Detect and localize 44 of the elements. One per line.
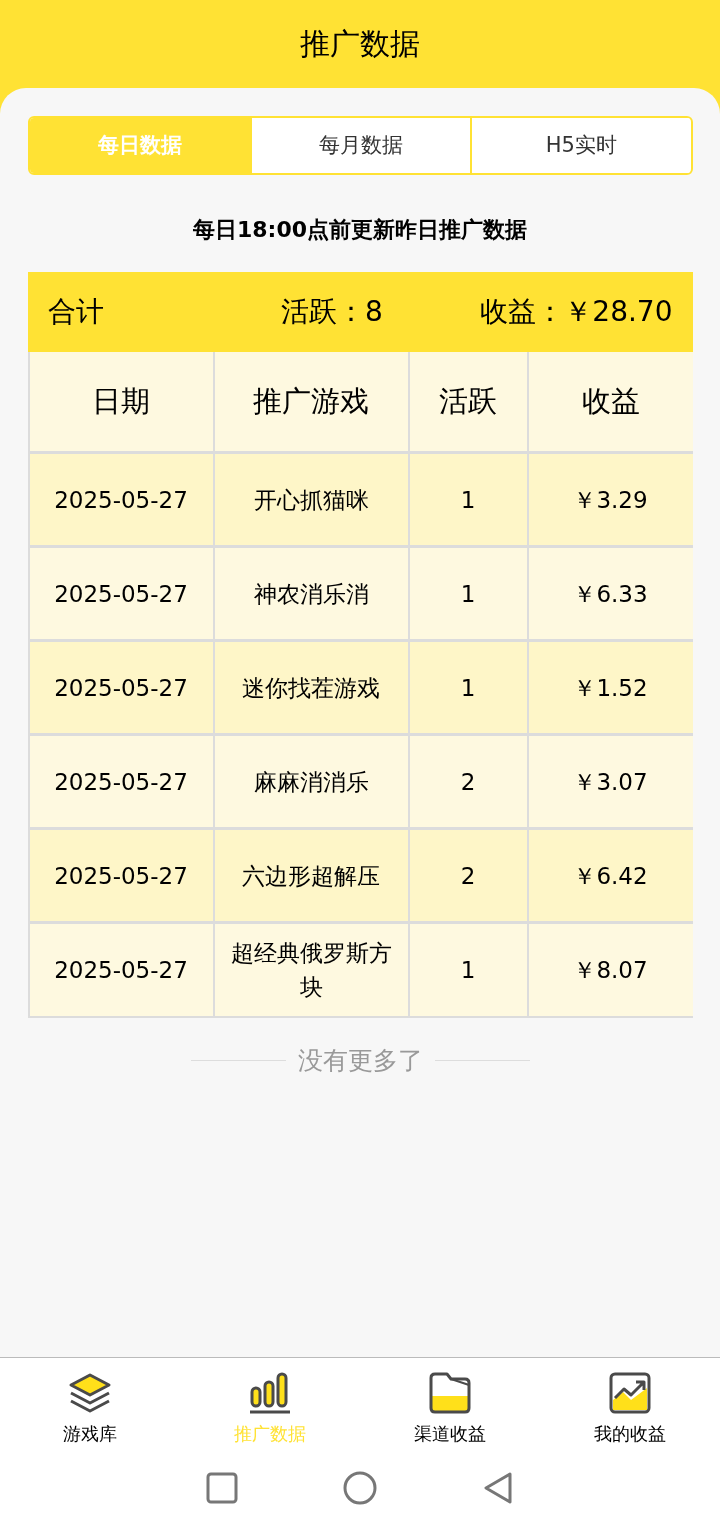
- column-header: 收益: [528, 352, 693, 451]
- summary-active: 活跃：8: [281, 294, 383, 330]
- table-cell: 2: [409, 736, 527, 827]
- table-cell: 2025-05-27: [29, 924, 213, 1016]
- column-header: 推广游戏: [214, 352, 408, 451]
- table-cell: 麻麻消消乐: [214, 736, 408, 827]
- table-cell: 1: [409, 642, 527, 733]
- column-header: 活跃: [409, 352, 527, 451]
- trend-chart-icon: [607, 1370, 653, 1416]
- back-icon[interactable]: [482, 1471, 514, 1505]
- table-cell: 神农消乐消: [214, 548, 408, 639]
- bar-chart-icon: [247, 1370, 293, 1416]
- table-cell: 1: [409, 924, 527, 1016]
- update-notice: 每日18:00点前更新昨日推广数据: [193, 216, 527, 244]
- table-cell: 2025-05-27: [29, 642, 213, 733]
- table-cell: 2025-05-27: [29, 830, 213, 921]
- table-cell: 1: [409, 548, 527, 639]
- table-cell: ￥3.29: [528, 454, 693, 545]
- nav-tab[interactable]: 游戏库: [0, 1370, 180, 1447]
- tab[interactable]: H5实时: [470, 118, 691, 173]
- column-header: 日期: [29, 352, 213, 451]
- table-cell: ￥3.07: [528, 736, 693, 827]
- table-cell: 2: [409, 830, 527, 921]
- table-cell: 开心抓猫咪: [214, 454, 408, 545]
- page-title: 推广数据: [300, 24, 420, 63]
- summary-label: 合计: [47, 294, 104, 330]
- table-cell: 2025-05-27: [29, 736, 213, 827]
- table-cell: 迷你找茬游戏: [214, 642, 408, 733]
- nav-tab[interactable]: 渠道收益: [360, 1370, 540, 1447]
- table-cell: ￥8.07: [528, 924, 693, 1016]
- folder-icon: [427, 1370, 473, 1416]
- home-icon[interactable]: [343, 1471, 377, 1505]
- recent-apps-icon[interactable]: [206, 1472, 238, 1504]
- table-cell: ￥6.42: [528, 830, 693, 921]
- table-cell: 1: [409, 454, 527, 545]
- nav-tab[interactable]: 我的收益: [540, 1370, 720, 1447]
- table-cell: 六边形超解压: [214, 830, 408, 921]
- table-cell: ￥1.52: [528, 642, 693, 733]
- table-cell: ￥6.33: [528, 548, 693, 639]
- table-cell: 超经典俄罗斯方块: [214, 924, 408, 1016]
- summary-income: 收益：￥28.70: [480, 294, 673, 330]
- table-cell: 2025-05-27: [29, 548, 213, 639]
- end-of-list-text: 没有更多了: [297, 1045, 423, 1077]
- table-cell: 2025-05-27: [29, 454, 213, 545]
